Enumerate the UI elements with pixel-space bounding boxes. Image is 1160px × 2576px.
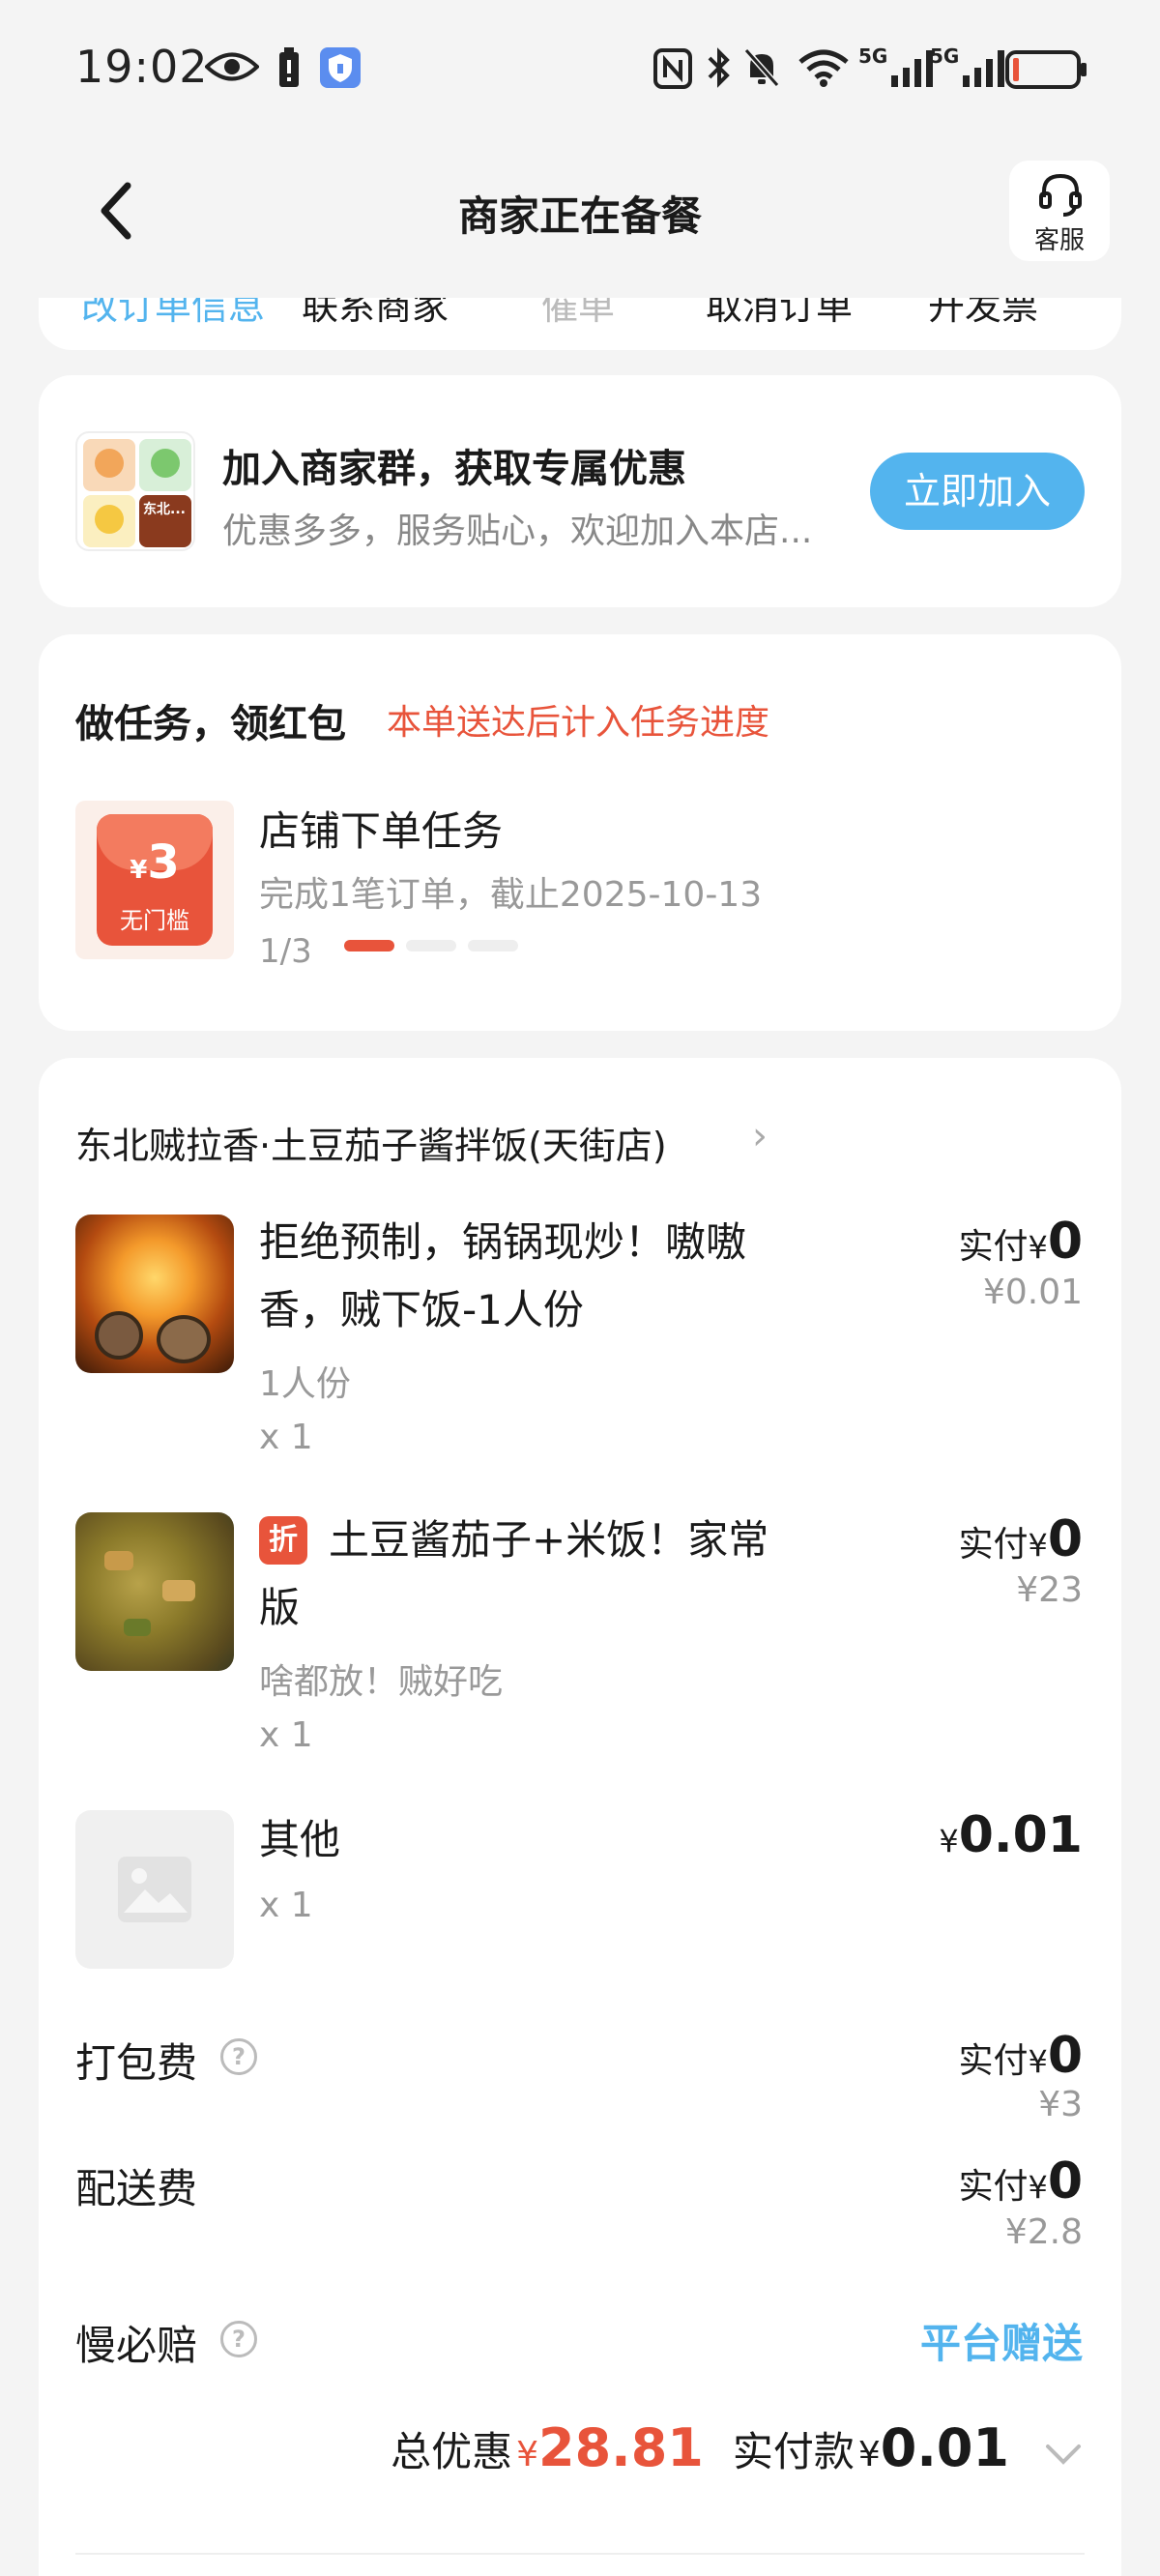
progress-segment xyxy=(344,940,394,951)
wifi-icon xyxy=(798,49,849,87)
platform-gift-text: 平台赠送 xyxy=(919,2320,1083,2367)
item-image[interactable] xyxy=(75,1215,234,1373)
paid-amount-label: 实付款 xyxy=(732,2428,855,2475)
coupon-amount: 3 xyxy=(147,835,180,890)
nfc-icon xyxy=(653,48,692,89)
item-name: 其他 xyxy=(259,1816,341,1863)
task-description: 完成1笔订单，截止2025-10-13 xyxy=(259,875,763,915)
coupon-icon: ¥3 无门槛 xyxy=(75,801,234,959)
delivery-fee-paid: 实付¥0 xyxy=(958,2152,1083,2210)
eye-icon xyxy=(205,52,259,81)
total-discount-value: 28.81 xyxy=(538,2417,704,2478)
shop-name[interactable]: 东北贼拉香·土豆茄子酱拌饭(天街店) xyxy=(75,1116,667,1169)
delivery-fee-label: 配送费 xyxy=(75,2165,198,2212)
item-image-placeholder xyxy=(75,1810,234,1969)
divider xyxy=(75,2553,1085,2555)
chevron-down-icon[interactable] xyxy=(1044,2443,1083,2466)
item-spec: 1人份 xyxy=(259,1364,351,1404)
packing-fee-label: 打包费 xyxy=(75,2039,198,2087)
task-title: 做任务，领红包 xyxy=(75,702,346,746)
headset-icon xyxy=(1039,173,1082,217)
paid-amount-value: 0.01 xyxy=(880,2417,1009,2478)
help-icon[interactable]: ? xyxy=(220,2038,257,2075)
progress-segment xyxy=(406,940,456,951)
join-group-subtitle: 优惠多多，服务贴心，欢迎加入本店... xyxy=(222,512,813,551)
chevron-right-icon[interactable]: › xyxy=(752,1114,768,1158)
delivery-fee-original: ¥2.8 xyxy=(1004,2212,1083,2252)
slow-compensation-label: 慢必赔 xyxy=(75,2322,198,2369)
status-time: 19:02 xyxy=(75,41,209,93)
item-quantity: x 1 xyxy=(259,1418,313,1457)
item-name: 拒绝预制，锅锅现炒！嗷嗷香，贼下饭-1人份 xyxy=(259,1218,747,1333)
image-placeholder-icon xyxy=(118,1857,191,1922)
task-name: 店铺下单任务 xyxy=(259,807,504,855)
bluetooth-icon xyxy=(708,47,730,88)
mute-bell-icon xyxy=(743,48,780,87)
merchant-group-logo: 东北... xyxy=(75,431,195,551)
packing-fee-original: ¥3 xyxy=(1038,2085,1083,2124)
item-quantity: x 1 xyxy=(259,1715,313,1755)
packing-fee-paid: 实付¥0 xyxy=(958,2027,1083,2085)
customer-service-label: 客服 xyxy=(1033,226,1085,255)
item-quantity: x 1 xyxy=(259,1886,313,1925)
help-icon[interactable]: ? xyxy=(220,2321,257,2357)
vpn-icon xyxy=(320,47,361,88)
customer-service-button[interactable]: 客服 xyxy=(1009,161,1110,261)
progress-segment xyxy=(468,940,518,951)
item-spec: 啥都放！贼好吃 xyxy=(259,1662,504,1702)
join-group-title: 加入商家群，获取专属优惠 xyxy=(222,447,686,491)
page-title: 商家正在备餐 xyxy=(457,192,702,240)
battery-low-icon xyxy=(1005,50,1087,89)
item-name: 土豆酱茄子+米饭！家常版 xyxy=(259,1516,769,1631)
item-original-price: ¥23 xyxy=(1016,1570,1083,1610)
item-paid-price: 实付¥0 xyxy=(958,1510,1083,1568)
item-paid-price: 实付¥0 xyxy=(958,1213,1083,1271)
join-now-button[interactable]: 立即加入 xyxy=(870,453,1085,530)
order-summary[interactable]: 总优惠 ¥ 28.81 实付款 ¥ 0.01 xyxy=(391,2417,1083,2485)
task-progress-text: 1/3 xyxy=(259,932,312,971)
signal-5g-icon: 5G xyxy=(930,44,1017,91)
task-note: 本单送达后计入任务进度 xyxy=(387,703,770,743)
item-price: ¥0.01 xyxy=(939,1806,1083,1864)
item-original-price: ¥0.01 xyxy=(982,1273,1083,1312)
battery-saver-icon xyxy=(279,47,299,87)
item-image[interactable] xyxy=(75,1512,234,1671)
coupon-label: 无门槛 xyxy=(120,907,189,934)
total-discount-label: 总优惠 xyxy=(391,2428,513,2475)
